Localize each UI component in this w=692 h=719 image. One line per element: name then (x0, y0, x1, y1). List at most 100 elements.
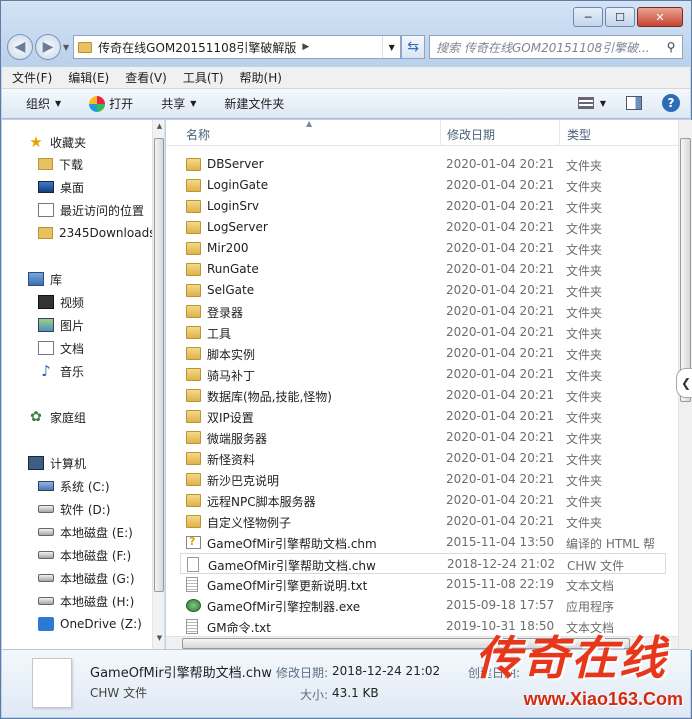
file-row[interactable]: 新沙巴克说明 2020-01-04 20:21 文件夹 (180, 469, 666, 490)
file-row[interactable]: Mir200 2020-01-04 20:21 文件夹 (180, 238, 666, 259)
file-date: 2020-01-04 20:21 (446, 304, 555, 318)
text-file-icon (186, 577, 198, 592)
maximize-button[interactable]: ☐ (605, 7, 635, 27)
nav-drive-e[interactable]: 本地磁盘 (E:) (38, 521, 133, 543)
menu-tools[interactable]: 工具(T) (183, 69, 224, 86)
file-row-selected[interactable]: GameOfMir引擎帮助文档.chw 2018-12-24 21:02 CHW 文… (180, 553, 666, 574)
file-row[interactable]: 数据库(物品,技能,怪物) 2020-01-04 20:21 文件夹 (180, 385, 666, 406)
file-date: 2020-01-04 20:21 (446, 262, 555, 276)
file-row[interactable]: 双IP设置 2020-01-04 20:21 文件夹 (180, 406, 666, 427)
nav-downloads[interactable]: 下载 (38, 153, 83, 175)
column-divider[interactable] (559, 120, 560, 146)
file-row[interactable]: GameOfMir引擎帮助文档.chm 2015-11-04 13:50 编译的 H… (180, 532, 666, 553)
nav-computer[interactable]: 计算机 (28, 452, 86, 474)
refresh-button[interactable]: ⇆ (401, 35, 426, 59)
nav-libraries[interactable]: 库 (28, 268, 62, 290)
nav-scrollbar[interactable]: ▲ ▼ (152, 120, 164, 650)
nav-drive-f[interactable]: 本地磁盘 (F:) (38, 544, 131, 566)
file-row[interactable]: GameOfMir引擎控制器.exe 2015-09-18 17:57 应用程序 (180, 595, 666, 616)
file-row[interactable]: SelGate 2020-01-04 20:21 文件夹 (180, 280, 666, 301)
file-row[interactable]: GM命令.txt 2019-10-31 18:50 文本文档 (180, 616, 666, 637)
search-icon[interactable]: ⚲ (660, 40, 682, 54)
open-label: 打开 (109, 97, 134, 111)
drive-icon (38, 505, 54, 513)
nav-drive-d[interactable]: 软件 (D:) (38, 498, 110, 520)
nav-drive-z[interactable]: OneDrive (Z:) (38, 613, 142, 635)
nav-label: 系统 (C:) (60, 479, 110, 494)
file-type: 文件夹 (566, 222, 603, 236)
nav-2345downloads[interactable]: 2345Downloads (38, 222, 155, 244)
nav-drive-h[interactable]: 本地磁盘 (H:) (38, 590, 134, 612)
menu-edit[interactable]: 编辑(E) (68, 69, 109, 86)
nav-drive-c[interactable]: 系统 (C:) (38, 475, 110, 497)
forward-button[interactable]: ▶ (35, 34, 61, 60)
minimize-button[interactable]: ─ (573, 7, 603, 27)
help-icon[interactable]: ? (662, 94, 680, 112)
column-type[interactable]: 类型 (567, 126, 591, 143)
file-row[interactable]: DBServer 2020-01-04 20:21 文件夹 (180, 154, 666, 175)
file-row[interactable]: 自定义怪物例子 2020-01-04 20:21 文件夹 (180, 511, 666, 532)
file-row[interactable]: 登录器 2020-01-04 20:21 文件夹 (180, 301, 666, 322)
open-button[interactable]: 打开 (89, 95, 133, 112)
column-divider[interactable] (440, 120, 441, 146)
file-row[interactable]: 远程NPC脚本服务器 2020-01-04 20:21 文件夹 (180, 490, 666, 511)
file-row[interactable]: 脚本实例 2020-01-04 20:21 文件夹 (180, 343, 666, 364)
menu-help[interactable]: 帮助(H) (240, 69, 282, 86)
scroll-down-icon[interactable]: ▼ (153, 634, 164, 648)
file-name: 骑马补丁 (207, 369, 256, 383)
file-row[interactable]: LoginSrv 2020-01-04 20:21 文件夹 (180, 196, 666, 217)
file-type: 文件夹 (566, 474, 603, 488)
address-dropdown-button[interactable]: ▼ (382, 36, 400, 58)
menu-view[interactable]: 查看(V) (125, 69, 167, 86)
file-row[interactable]: LoginGate 2020-01-04 20:21 文件夹 (180, 175, 666, 196)
search-input[interactable]: 搜索 传奇在线GOM20151108引擎破... ⚲ (429, 35, 683, 59)
new-folder-button[interactable]: 新建文件夹 (224, 95, 284, 112)
close-button[interactable]: ✕ (637, 7, 683, 27)
file-name: 微端服务器 (207, 432, 268, 446)
open-with-icon (89, 95, 106, 112)
breadcrumb-segment[interactable]: 传奇在线GOM20151108引擎破解版 (98, 39, 296, 56)
nav-music[interactable]: ♪ 音乐 (38, 360, 84, 382)
recent-pages-dropdown[interactable]: ▼ (63, 43, 69, 52)
address-bar[interactable]: 传奇在线GOM20151108引擎破解版 ▶ ▼ (73, 35, 402, 59)
file-row[interactable]: 新怪资料 2020-01-04 20:21 文件夹 (180, 448, 666, 469)
preview-pane-icon[interactable] (626, 96, 642, 110)
picture-icon (38, 318, 54, 332)
view-dropdown-icon[interactable]: ▼ (600, 99, 606, 108)
column-date[interactable]: 修改日期 (447, 126, 495, 143)
file-row[interactable]: 微端服务器 2020-01-04 20:21 文件夹 (180, 427, 666, 448)
scroll-up-icon[interactable]: ▲ (153, 122, 164, 136)
file-row[interactable]: RunGate 2020-01-04 20:21 文件夹 (180, 259, 666, 280)
change-view-icon[interactable] (577, 97, 594, 109)
file-row[interactable]: 骑马补丁 2020-01-04 20:21 文件夹 (180, 364, 666, 385)
nav-scroll-thumb[interactable] (154, 138, 164, 592)
nav-pictures[interactable]: 图片 (38, 314, 84, 336)
organize-button[interactable]: 组织 ▼ (26, 95, 61, 112)
nav-favorites[interactable]: ★ 收藏夹 (28, 131, 86, 153)
folder-icon (186, 284, 201, 297)
nav-homegroup[interactable]: ✿ 家庭组 (28, 406, 86, 428)
file-list-scroll-thumb[interactable] (680, 138, 691, 402)
chevron-down-icon: ▼ (190, 99, 197, 108)
file-row[interactable]: GameOfMir引擎更新说明.txt 2015-11-08 22:19 文本文档 (180, 574, 666, 595)
nav-documents[interactable]: 文档 (38, 337, 84, 359)
share-button[interactable]: 共享 ▼ (161, 95, 196, 112)
nav-desktop[interactable]: 桌面 (38, 176, 84, 198)
file-row[interactable]: 工具 2020-01-04 20:21 文件夹 (180, 322, 666, 343)
breadcrumb-arrow-icon[interactable]: ▶ (302, 42, 309, 52)
sort-ascending-icon: ▲ (306, 120, 313, 128)
back-button[interactable]: ◀ (7, 34, 33, 60)
column-name[interactable]: 名称 (186, 126, 210, 143)
file-name: 登录器 (207, 306, 244, 320)
nav-drive-g[interactable]: 本地磁盘 (G:) (38, 567, 135, 589)
file-row[interactable]: LogServer 2020-01-04 20:21 文件夹 (180, 217, 666, 238)
file-icon (187, 557, 199, 572)
menu-file[interactable]: 文件(F) (12, 69, 52, 86)
nav-label: OneDrive (Z:) (60, 617, 142, 631)
horizontal-scroll-thumb[interactable] (182, 638, 630, 649)
nav-videos[interactable]: 视频 (38, 291, 84, 313)
file-type: 文件夹 (566, 411, 603, 425)
nav-recent[interactable]: 最近访问的位置 (38, 199, 144, 221)
collapse-side-icon[interactable]: ❮ (676, 368, 692, 398)
horizontal-scrollbar[interactable] (166, 636, 678, 650)
